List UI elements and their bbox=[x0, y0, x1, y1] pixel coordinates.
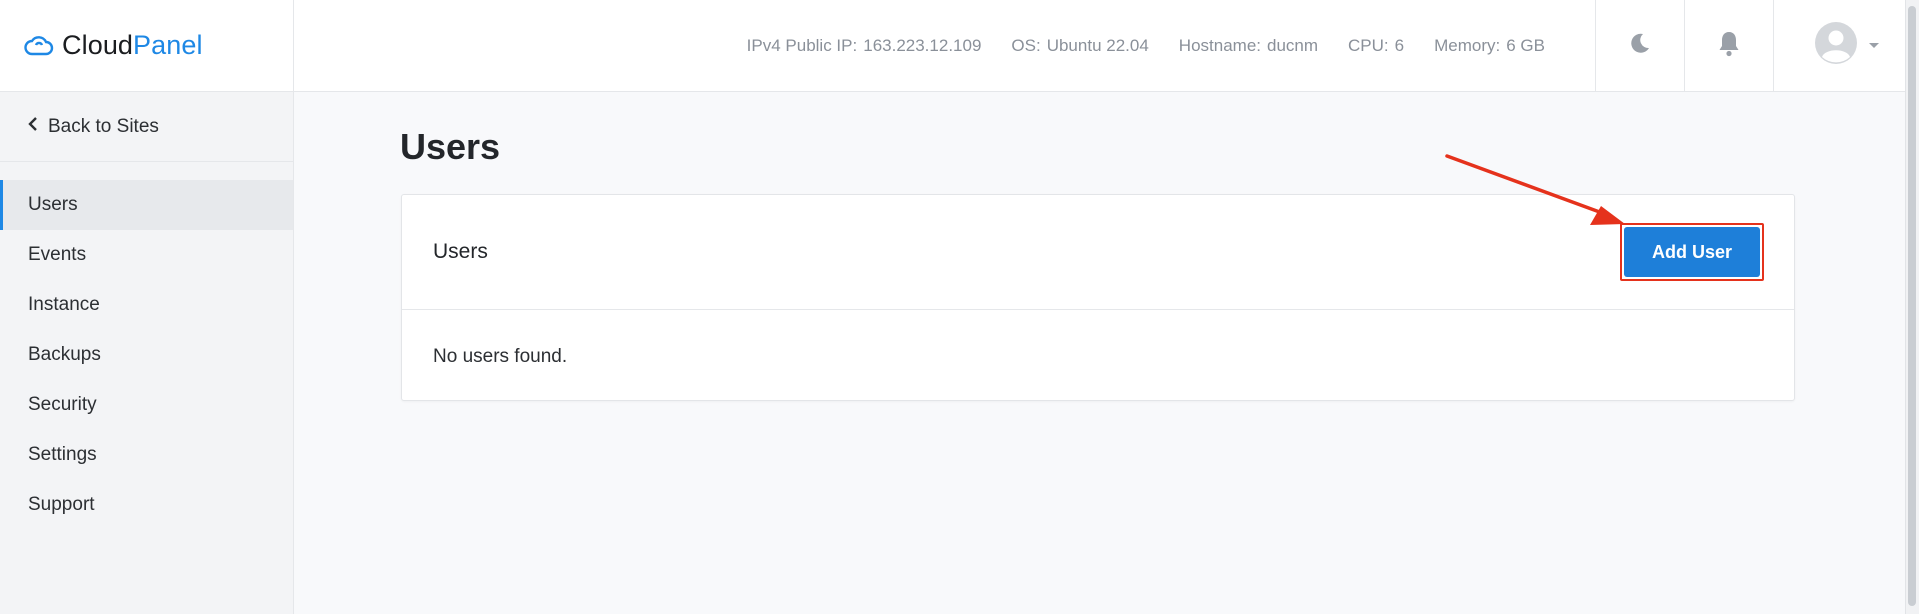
sidebar-item-events[interactable]: Events bbox=[0, 230, 293, 280]
info-value: 6 bbox=[1394, 35, 1405, 55]
page-title: Users bbox=[400, 126, 501, 167]
info-value: 163.223.12.109 bbox=[863, 35, 982, 55]
sidebar-item-users[interactable]: Users bbox=[0, 180, 293, 230]
info-value: ducnm bbox=[1267, 35, 1319, 55]
info-memory: Memory: 6 GB bbox=[1434, 36, 1545, 56]
sidebar-item-settings[interactable]: Settings bbox=[0, 430, 293, 480]
sidebar: Back to Sites Users Events Instance Back… bbox=[0, 92, 294, 614]
cloud-icon bbox=[24, 29, 54, 62]
sidebar-item-support[interactable]: Support bbox=[0, 480, 293, 530]
moon-icon bbox=[1628, 31, 1652, 60]
chevron-down-icon bbox=[1868, 37, 1880, 55]
info-value: Ubuntu 22.04 bbox=[1046, 35, 1149, 55]
annotation-arrow-icon bbox=[1445, 154, 1625, 225]
sidebar-item-label: Instance bbox=[28, 294, 100, 315]
user-menu[interactable] bbox=[1773, 0, 1919, 92]
theme-toggle-button[interactable] bbox=[1595, 0, 1684, 92]
empty-state-text: No users found. bbox=[433, 346, 568, 367]
avatar-icon bbox=[1814, 21, 1858, 70]
notifications-button[interactable] bbox=[1684, 0, 1773, 92]
sidebar-item-label: Backups bbox=[28, 344, 101, 365]
info-label: IPv4 Public IP: bbox=[746, 35, 858, 55]
annotation-highlight-box: Add User bbox=[1620, 223, 1764, 281]
sidebar-item-label: Security bbox=[28, 394, 97, 415]
server-info-bar: IPv4 Public IP: 163.223.12.109 OS: Ubuntu … bbox=[294, 36, 1595, 56]
sidebar-nav: Users Events Instance Backups Security S… bbox=[0, 162, 293, 530]
back-to-sites-link[interactable]: Back to Sites bbox=[0, 92, 293, 162]
info-label: Hostname: bbox=[1178, 35, 1261, 55]
scrollbar-track[interactable] bbox=[1905, 0, 1919, 614]
brand-name: CloudPanel bbox=[62, 30, 203, 61]
scrollbar-thumb[interactable] bbox=[1908, 6, 1916, 606]
sidebar-item-label: Support bbox=[28, 494, 95, 515]
sidebar-item-instance[interactable]: Instance bbox=[0, 280, 293, 330]
info-ipv4: IPv4 Public IP: 163.223.12.109 bbox=[747, 36, 982, 56]
add-user-button[interactable]: Add User bbox=[1624, 227, 1760, 277]
info-os: OS: Ubuntu 22.04 bbox=[1011, 36, 1148, 56]
top-header: CloudPanel IPv4 Public IP: 163.223.12.109… bbox=[0, 0, 1919, 92]
sidebar-item-security[interactable]: Security bbox=[0, 380, 293, 430]
info-hostname: Hostname: ducnm bbox=[1179, 36, 1318, 56]
app-window: CloudPanel IPv4 Public IP: 163.223.12.109… bbox=[0, 0, 1919, 614]
sidebar-item-label: Users bbox=[28, 194, 78, 215]
sidebar-item-backups[interactable]: Backups bbox=[0, 330, 293, 380]
info-value: 6 GB bbox=[1506, 35, 1545, 55]
brand-logo[interactable]: CloudPanel bbox=[0, 0, 294, 92]
info-label: CPU: bbox=[1348, 35, 1389, 55]
info-cpu: CPU: 6 bbox=[1348, 36, 1404, 56]
chevron-left-icon bbox=[28, 116, 38, 138]
info-label: Memory: bbox=[1434, 35, 1501, 55]
card-title: Users bbox=[433, 240, 488, 263]
sidebar-item-label: Settings bbox=[28, 444, 97, 465]
bell-icon bbox=[1716, 29, 1742, 62]
brand-name-part1: Cloud bbox=[62, 30, 134, 60]
brand-name-part2: Panel bbox=[133, 30, 203, 60]
info-label: OS: bbox=[1011, 35, 1041, 55]
sidebar-item-label: Events bbox=[28, 244, 87, 265]
users-card-body: No users found. bbox=[402, 310, 1794, 404]
back-to-sites-label: Back to Sites bbox=[48, 115, 159, 137]
